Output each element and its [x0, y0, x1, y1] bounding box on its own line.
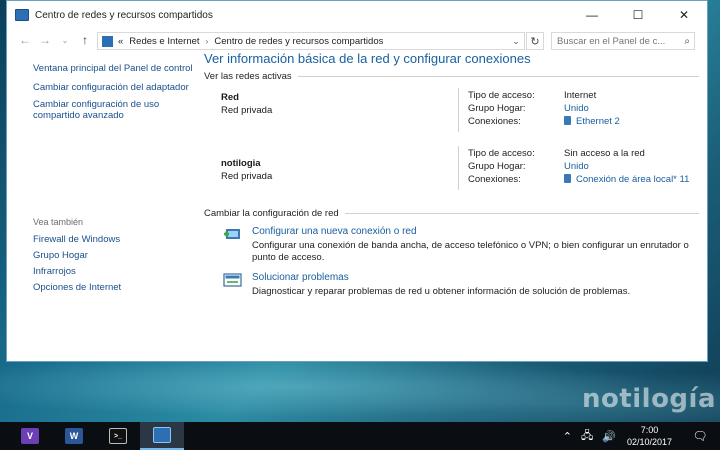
access-type-label: Tipo de acceso:: [468, 90, 535, 101]
see-also-firewall[interactable]: Firewall de Windows: [33, 234, 121, 245]
network-divider: [458, 88, 459, 132]
homegroup-link[interactable]: Unido: [564, 103, 589, 114]
search-box[interactable]: ⌕: [551, 32, 695, 50]
notifications-icon[interactable]: 🗨: [686, 429, 714, 443]
new-connection-icon: [224, 229, 240, 239]
connection-link[interactable]: Conexión de área local* 11: [576, 174, 689, 185]
taskbar: V W >_ ⌃ 🖧 🔊 7:00 02/10/2017 🗨: [0, 422, 720, 450]
change-settings-heading: Cambiar la configuración de red: [204, 208, 699, 219]
clock[interactable]: 7:00 02/10/2017: [627, 424, 672, 448]
ethernet-icon: [564, 174, 571, 183]
see-also-section: Vea también Firewall de Windows Grupo Ho…: [33, 215, 121, 298]
watermark-logo: notilogía: [581, 384, 716, 414]
sidebar-link-adapter-settings[interactable]: Cambiar configuración del adaptador: [33, 82, 195, 93]
command-prompt-icon: >_: [109, 428, 127, 444]
sidebar-link-control-panel-home[interactable]: Ventana principal del Panel de control: [33, 63, 195, 74]
breadcrumb-redes-internet[interactable]: Redes e Internet: [129, 36, 199, 47]
search-input[interactable]: [557, 35, 675, 47]
access-type-label: Tipo de acceso:: [468, 148, 535, 159]
network-type[interactable]: Red privada: [221, 171, 272, 182]
new-connection-desc: Configurar una conexión de banda ancha, …: [252, 240, 689, 263]
network-center-icon: [15, 9, 29, 21]
clock-time: 7:00: [640, 425, 659, 435]
page-title: Ver información básica de la red y confi…: [204, 51, 531, 66]
see-also-infrared[interactable]: Infrarrojos: [33, 266, 121, 277]
taskbar-app-word[interactable]: W: [52, 422, 96, 450]
sidebar: Ventana principal del Panel de control C…: [7, 57, 195, 357]
up-arrow-icon[interactable]: ↑: [75, 33, 95, 47]
navigation-bar: ← → ⌄ ↑ « Redes e Internet › Centro de r…: [7, 29, 707, 51]
back-arrow-icon[interactable]: ←: [15, 33, 35, 47]
visual-studio-icon: V: [21, 428, 39, 444]
homegroup-label: Grupo Hogar:: [468, 161, 526, 172]
title-bar[interactable]: Centro de redes y recursos compartidos —…: [7, 1, 707, 29]
breadcrumb-overflow[interactable]: «: [118, 36, 123, 47]
see-also-homegroup[interactable]: Grupo Hogar: [33, 250, 121, 261]
network-entry: Red Red privada Tipo de acceso: Internet …: [204, 88, 699, 142]
connection-link[interactable]: Ethernet 2: [576, 116, 620, 127]
sidebar-link-advanced-sharing[interactable]: Cambiar configuración de uso compartido …: [33, 99, 195, 121]
section-divider: [344, 213, 699, 214]
chevron-up-icon[interactable]: ⌃: [563, 430, 572, 443]
access-type-value: Internet: [564, 90, 597, 101]
new-connection-link[interactable]: Configurar una nueva conexión o red: [252, 226, 699, 237]
taskbar-app-command-prompt[interactable]: >_: [96, 422, 140, 450]
section-divider: [297, 76, 699, 77]
recent-dropdown-icon[interactable]: ⌄: [55, 36, 75, 45]
network-center-taskbar-icon: [153, 427, 171, 443]
network-divider: [458, 146, 459, 190]
network-entry: notilogia Red privada Tipo de acceso: Sin…: [204, 146, 699, 206]
refresh-icon[interactable]: ↻: [526, 32, 544, 50]
taskbar-app-visual-studio[interactable]: V: [8, 422, 52, 450]
homegroup-link[interactable]: Unido: [564, 161, 589, 172]
connections-label: Conexiones:: [468, 116, 521, 127]
task-new-connection: Configurar una nueva conexión o red Conf…: [204, 226, 699, 264]
network-icon[interactable]: 🖧: [581, 427, 593, 446]
network-center-window: Centro de redes y recursos compartidos —…: [6, 0, 708, 362]
window-title: Centro de redes y recursos compartidos: [35, 9, 213, 21]
active-networks-label: Ver las redes activas: [204, 71, 292, 82]
troubleshoot-icon: [223, 273, 242, 287]
homegroup-label: Grupo Hogar:: [468, 103, 526, 114]
address-dropdown-icon[interactable]: ⌄: [508, 36, 524, 47]
task-troubleshoot: Solucionar problemas Diagnosticar y repa…: [204, 272, 699, 298]
active-networks-heading: Ver las redes activas: [204, 71, 699, 82]
breadcrumb-separator: ›: [205, 36, 209, 46]
forward-arrow-icon[interactable]: →: [35, 33, 55, 47]
address-bar[interactable]: « Redes e Internet › Centro de redes y r…: [97, 32, 525, 50]
troubleshoot-link[interactable]: Solucionar problemas: [252, 272, 699, 283]
connections-label: Conexiones:: [468, 174, 521, 185]
troubleshoot-desc: Diagnosticar y reparar problemas de red …: [252, 286, 631, 297]
volume-icon[interactable]: 🔊: [602, 430, 616, 443]
word-icon: W: [65, 428, 83, 444]
main-content: Ver información básica de la red y confi…: [204, 51, 699, 306]
system-tray: ⌃ 🖧 🔊 7:00 02/10/2017 🗨: [563, 422, 720, 450]
ethernet-icon: [564, 116, 571, 125]
network-name[interactable]: Red: [221, 92, 239, 103]
minimize-button[interactable]: —: [569, 1, 615, 29]
network-type[interactable]: Red privada: [221, 105, 272, 116]
search-icon[interactable]: ⌕: [684, 36, 690, 47]
see-also-heading: Vea también: [33, 217, 84, 227]
taskbar-app-network-center[interactable]: [140, 422, 184, 450]
network-name[interactable]: notilogia: [221, 158, 261, 169]
change-settings-label: Cambiar la configuración de red: [204, 208, 339, 219]
control-panel-icon: [102, 35, 113, 47]
breadcrumb-centro-redes[interactable]: Centro de redes y recursos compartidos: [214, 36, 383, 47]
maximize-button[interactable]: ☐: [615, 1, 661, 29]
clock-date: 02/10/2017: [626, 437, 672, 447]
close-button[interactable]: ✕: [661, 1, 707, 29]
access-type-value: Sin acceso a la red: [564, 148, 645, 159]
see-also-internet-options[interactable]: Opciones de Internet: [33, 282, 121, 293]
